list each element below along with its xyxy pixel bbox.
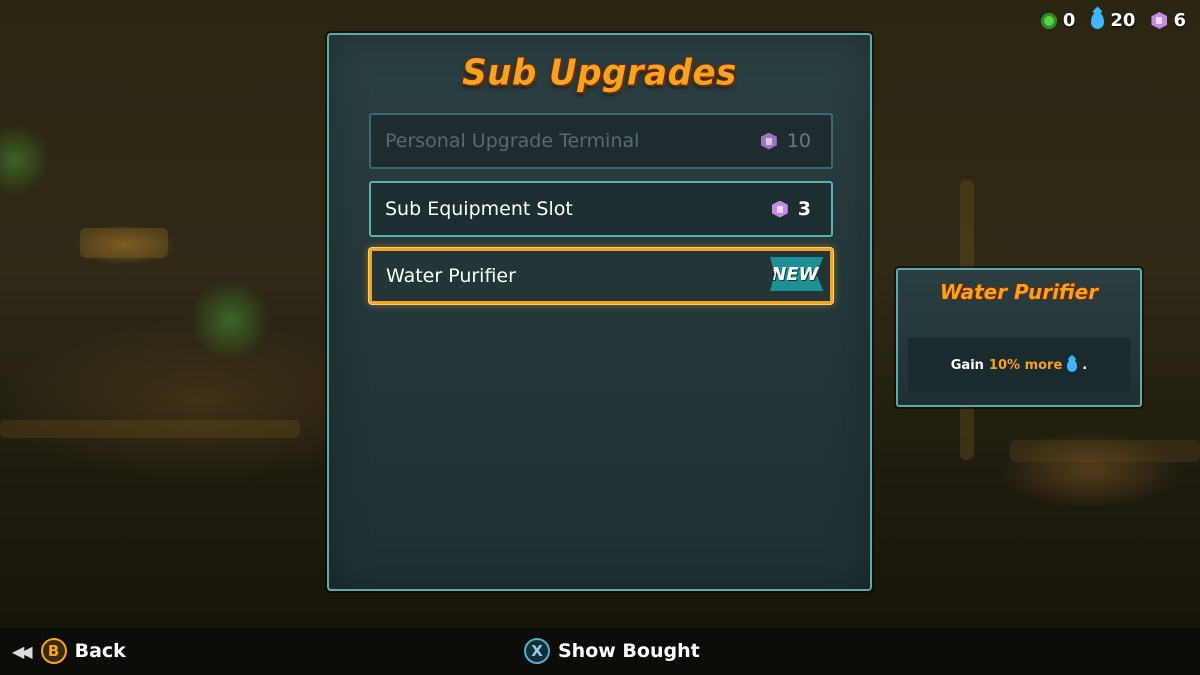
currency-green: 0 (1040, 10, 1076, 31)
back-button[interactable]: ◀◀ B Back (12, 638, 126, 664)
upgrade-item-personal-upgrade-terminal[interactable]: Personal Upgrade Terminal 10 (369, 113, 833, 169)
green-orb-icon (1040, 12, 1057, 29)
upgrade-cost-value: 3 (797, 198, 811, 220)
info-desc-highlight: 10% more (988, 357, 1063, 373)
purple-gem-icon (1151, 12, 1168, 29)
currency-bar: 0 20 6 (1040, 10, 1186, 31)
new-badge-label: NEW! (771, 263, 827, 285)
x-button-icon: X (524, 638, 550, 664)
sub-upgrades-panel: Sub Upgrades Personal Upgrade Terminal 1… (327, 33, 872, 591)
currency-green-value: 0 (1062, 10, 1076, 31)
purple-gem-icon (771, 200, 788, 218)
background-beam (0, 420, 300, 438)
water-drop-icon (1067, 358, 1078, 372)
info-desc-suffix: . (1082, 357, 1088, 373)
upgrade-item-label: Personal Upgrade Terminal (385, 130, 640, 152)
info-description: Gain 10% more . (908, 338, 1130, 392)
upgrade-item-sub-equipment-slot[interactable]: Sub Equipment Slot 3 (369, 181, 833, 237)
info-desc-prefix: Gain (950, 357, 984, 373)
upgrade-item-label: Water Purifier (386, 265, 516, 287)
currency-gem: 6 (1151, 10, 1186, 31)
water-drop-icon (1091, 12, 1105, 29)
currency-water: 20 (1091, 10, 1135, 31)
upgrade-item-water-purifier[interactable]: Water Purifier NEW! (369, 248, 833, 304)
back-label: Back (74, 640, 126, 662)
upgrade-cost: 3 (771, 198, 811, 220)
rewind-icon: ◀◀ (12, 641, 33, 661)
upgrade-item-label: Sub Equipment Slot (385, 198, 573, 220)
b-button-icon: B (40, 638, 67, 664)
purple-gem-icon (760, 132, 777, 150)
panel-title: Sub Upgrades (462, 52, 737, 94)
new-badge: NEW! (770, 257, 827, 291)
info-title: Water Purifier (939, 280, 1099, 304)
currency-water-value: 20 (1110, 10, 1136, 31)
background-beam (80, 228, 168, 258)
background-beam (1010, 440, 1200, 462)
controls-bar: ◀◀ B Back X Show Bought (0, 628, 1200, 675)
show-bought-button[interactable]: X Show Bought (524, 638, 700, 664)
show-bought-label: Show Bought (558, 640, 700, 662)
upgrade-info-panel: Water Purifier Gain 10% more . (896, 268, 1142, 407)
upgrade-cost: 10 (760, 130, 811, 152)
currency-gem-value: 6 (1173, 10, 1186, 31)
upgrade-cost-value: 10 (786, 130, 811, 152)
